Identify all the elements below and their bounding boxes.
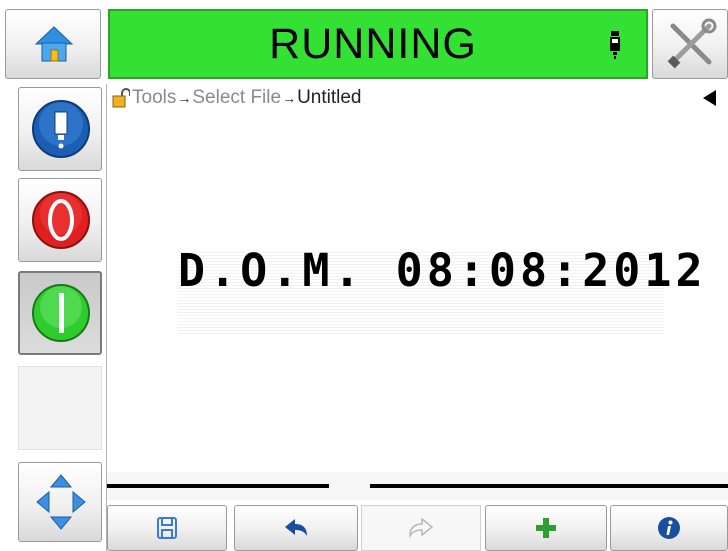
scroll-track-left [107, 484, 329, 488]
message-text: D.O.M. 08:08:2012 [178, 244, 707, 297]
breadcrumb-separator: → [177, 90, 192, 106]
info-icon [658, 517, 680, 539]
undo-button[interactable] [234, 505, 358, 551]
ink-button[interactable] [18, 87, 102, 171]
stop-icon [32, 191, 90, 249]
home-button[interactable] [5, 9, 101, 79]
navigate-arrows-icon [36, 474, 86, 530]
status-bar: RUNNING [108, 9, 648, 79]
status-text: RUNNING [269, 19, 477, 68]
breadcrumb-tools[interactable]: Tools [132, 87, 176, 109]
add-icon [536, 518, 556, 538]
tools-button[interactable] [652, 9, 728, 79]
scroll-track-right [370, 484, 728, 488]
info-button[interactable] [610, 505, 728, 551]
save-icon [157, 517, 177, 539]
empty-slot [18, 366, 102, 450]
breadcrumb-select-file[interactable]: Select File [192, 87, 281, 109]
redo-icon [409, 518, 434, 538]
back-triangle-icon[interactable] [703, 90, 716, 106]
save-button[interactable] [107, 505, 227, 551]
redo-button[interactable] [361, 505, 481, 551]
breadcrumb-separator: → [282, 90, 297, 106]
undo-icon [285, 519, 307, 536]
tools-icon [667, 18, 717, 69]
ink-bottle-icon [32, 100, 90, 158]
stop-button[interactable] [18, 178, 102, 262]
ink-level-icon [610, 31, 620, 59]
breadcrumb-untitled: Untitled [297, 87, 362, 108]
add-button[interactable] [485, 505, 607, 551]
start-button[interactable] [18, 271, 102, 355]
navigate-button[interactable] [18, 462, 102, 542]
home-icon [34, 26, 74, 62]
breadcrumb: Tools → Select File → Untitled [112, 86, 361, 110]
lock-icon [112, 88, 130, 108]
start-icon [32, 284, 90, 342]
